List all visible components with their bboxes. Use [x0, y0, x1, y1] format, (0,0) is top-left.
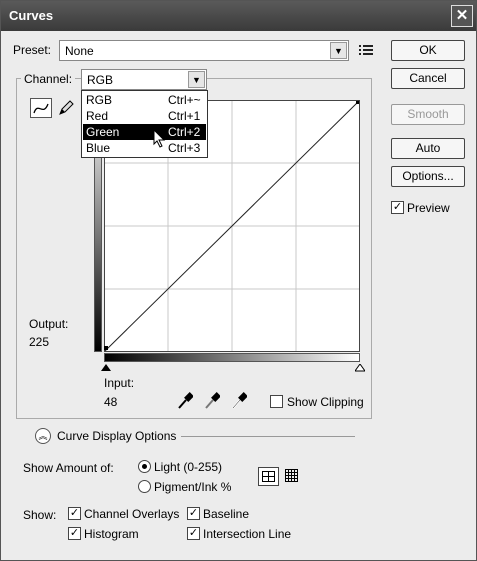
curve-display-options-label: Curve Display Options: [57, 429, 177, 443]
output-label: Output:: [29, 317, 69, 331]
smooth-button[interactable]: Smooth: [391, 104, 465, 125]
channel-option-green[interactable]: Green Ctrl+2: [83, 124, 206, 140]
channel-overlays-label: Channel Overlays: [84, 507, 180, 521]
intersection-line-checkbox[interactable]: ✓: [187, 527, 200, 540]
channel-select[interactable]: RGB ▼: [81, 69, 207, 90]
histogram-checkbox[interactable]: ✓: [68, 527, 81, 540]
pigment-radio[interactable]: [138, 480, 151, 493]
show-clipping-checkbox[interactable]: [270, 395, 283, 408]
preset-select[interactable]: None ▼: [59, 40, 349, 61]
curve-tool-button[interactable]: [30, 98, 52, 118]
baseline-checkbox[interactable]: ✓: [187, 507, 200, 520]
baseline-label: Baseline: [203, 507, 250, 521]
show-label: Show:: [23, 508, 57, 522]
chevron-down-icon: ▼: [188, 71, 205, 88]
presets-menu-icon[interactable]: [359, 44, 373, 56]
preset-value: None: [65, 44, 94, 58]
preset-label: Preset:: [13, 43, 52, 57]
channel-dropdown: RGB Ctrl+~ Red Ctrl+1 Green Ctrl+2 Blue …: [81, 90, 208, 158]
collapse-icon[interactable]: ︽: [35, 428, 51, 444]
chevron-down-icon: ▼: [330, 42, 347, 59]
preview-checkbox[interactable]: ✓: [391, 201, 404, 214]
curve-tool-icon: [33, 103, 49, 114]
simple-grid-button[interactable]: [258, 467, 279, 486]
options-button[interactable]: Options...: [391, 166, 465, 187]
ok-button[interactable]: OK: [391, 40, 465, 61]
black-eyedropper-icon[interactable]: [177, 392, 193, 410]
cancel-button[interactable]: Cancel: [391, 68, 465, 89]
gray-eyedropper-icon[interactable]: [204, 392, 220, 410]
pencil-icon[interactable]: [57, 99, 75, 117]
light-radio[interactable]: [138, 460, 151, 473]
show-clipping-label: Show Clipping: [287, 395, 364, 409]
channel-option-rgb[interactable]: RGB Ctrl+~: [83, 92, 206, 108]
simple-grid-icon: [262, 471, 275, 482]
curves-dialog: Curves ✕ Preset: None ▼ Channel: RGB ▼ R…: [0, 0, 477, 561]
channel-value: RGB: [87, 73, 114, 87]
white-eyedropper-icon[interactable]: [231, 392, 247, 410]
title-bar: Curves ✕: [1, 1, 476, 31]
channel-overlays-checkbox[interactable]: ✓: [68, 507, 81, 520]
pigment-label: Pigment/Ink %: [154, 480, 232, 494]
detailed-grid-icon[interactable]: [284, 468, 300, 484]
channel-label: Channel:: [21, 72, 76, 86]
window-title: Curves: [9, 8, 54, 23]
white-point[interactable]: [356, 101, 359, 104]
black-slider[interactable]: [101, 364, 111, 372]
black-point[interactable]: [104, 346, 108, 350]
histogram-label: Histogram: [84, 527, 139, 541]
input-gradient-bar: [104, 353, 360, 362]
input-value[interactable]: 48: [104, 395, 117, 409]
input-label: Input:: [104, 376, 135, 390]
preview-label: Preview: [407, 201, 450, 215]
channel-option-blue[interactable]: Blue Ctrl+3: [83, 140, 206, 156]
light-label: Light (0-255): [154, 460, 223, 474]
channel-option-red[interactable]: Red Ctrl+1: [83, 108, 206, 124]
output-value[interactable]: 225: [29, 335, 49, 349]
intersection-line-label: Intersection Line: [203, 527, 292, 541]
mouse-cursor-icon: [153, 129, 166, 148]
auto-button[interactable]: Auto: [391, 138, 465, 159]
show-amount-label: Show Amount of:: [23, 461, 114, 475]
white-slider[interactable]: [355, 364, 365, 372]
divider: [181, 436, 355, 437]
close-button[interactable]: ✕: [451, 5, 473, 27]
